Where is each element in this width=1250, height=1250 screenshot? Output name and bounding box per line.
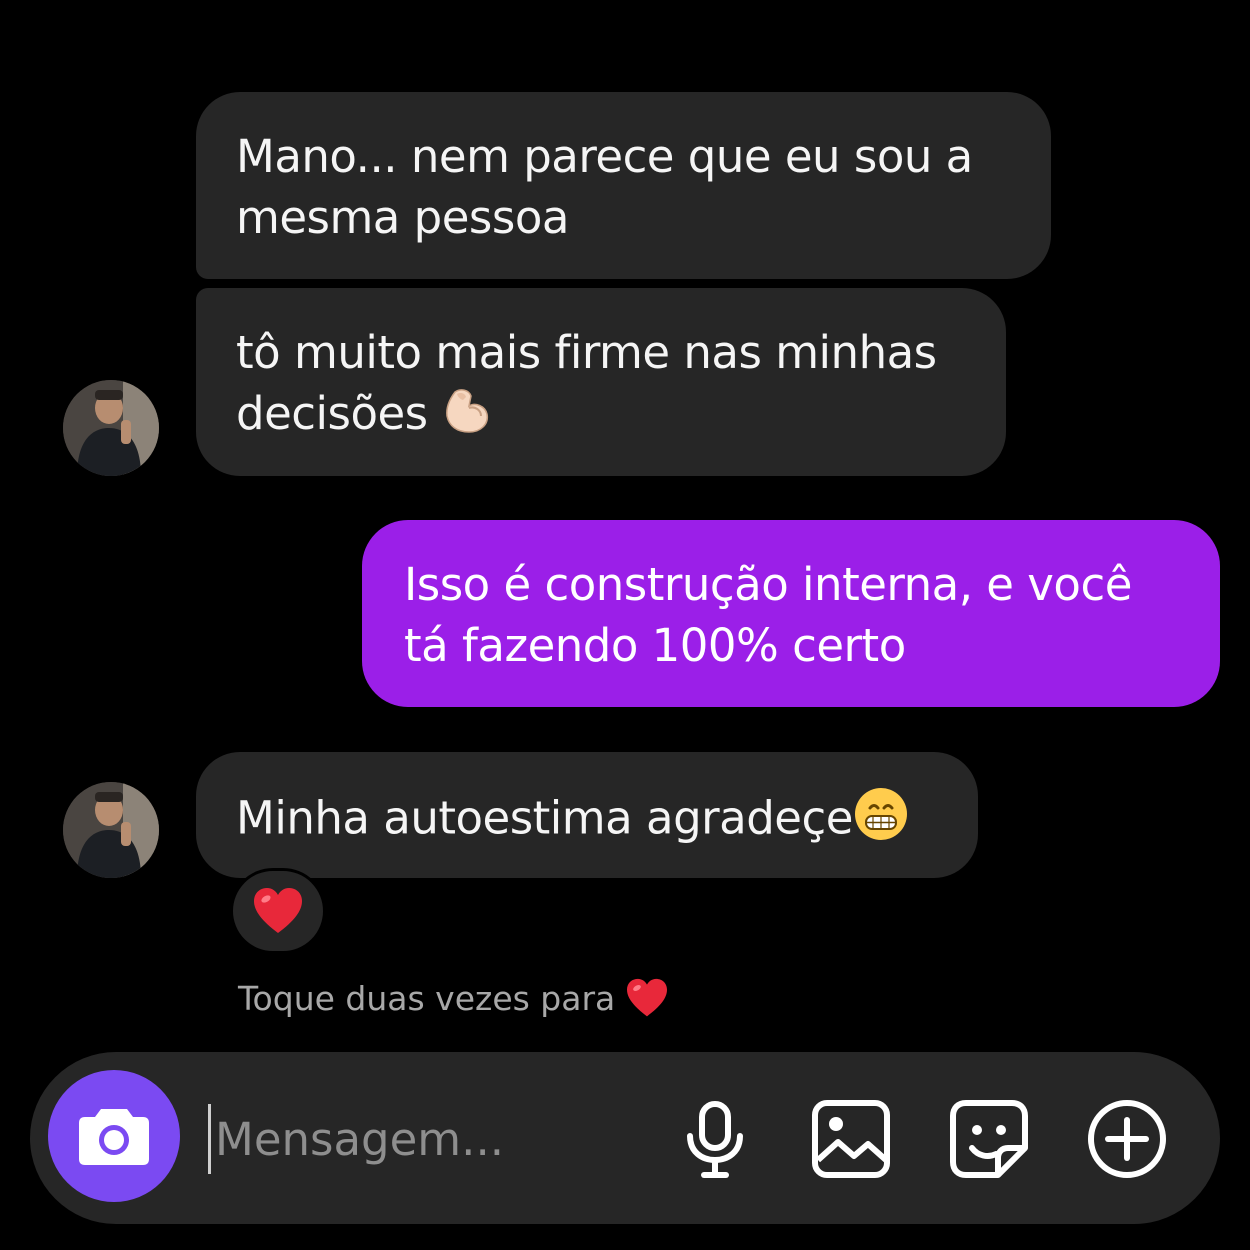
outgoing-message-bubble[interactable]: Isso é construção interna, e você tá faz… xyxy=(362,520,1220,707)
incoming-message-bubble[interactable]: Mano... nem parece que eu sou a mesma pe… xyxy=(196,92,1051,279)
incoming-message-bubble[interactable]: tô muito mais firme nas minhas decisões xyxy=(196,288,1006,476)
hint-text: Toque duas vezes para xyxy=(238,978,616,1018)
sticker-icon xyxy=(950,1100,1028,1178)
gallery-button[interactable] xyxy=(810,1098,892,1180)
message-text: Mano... nem parece que eu sou a mesma pe… xyxy=(236,130,973,244)
microphone-icon xyxy=(687,1101,743,1178)
message-input[interactable] xyxy=(208,1104,655,1174)
incoming-message-bubble[interactable]: Minha autoestima agradeçe xyxy=(196,752,978,878)
message-reaction[interactable] xyxy=(230,868,326,954)
sticker-button[interactable] xyxy=(948,1098,1030,1180)
message-text: tô muito mais firme nas minhas decisões xyxy=(236,326,937,440)
message-text: Minha autoestima agradeçe xyxy=(236,791,853,845)
add-icon xyxy=(1088,1100,1166,1178)
add-button[interactable] xyxy=(1086,1098,1168,1180)
contact-avatar[interactable] xyxy=(63,782,159,878)
flexed-biceps-emoji xyxy=(441,384,493,451)
microphone-button[interactable] xyxy=(674,1098,756,1180)
grinning-face-emoji xyxy=(853,786,909,857)
contact-avatar[interactable] xyxy=(63,380,159,476)
red-heart-icon xyxy=(254,888,302,933)
camera-button[interactable] xyxy=(48,1070,180,1202)
double-tap-hint: Toque duas vezes para xyxy=(238,978,669,1018)
camera-icon xyxy=(79,1109,149,1165)
message-composer xyxy=(30,1052,1220,1224)
red-heart-icon xyxy=(627,978,668,1017)
gallery-icon xyxy=(812,1100,890,1178)
message-text: Isso é construção interna, e você tá faz… xyxy=(404,558,1132,672)
